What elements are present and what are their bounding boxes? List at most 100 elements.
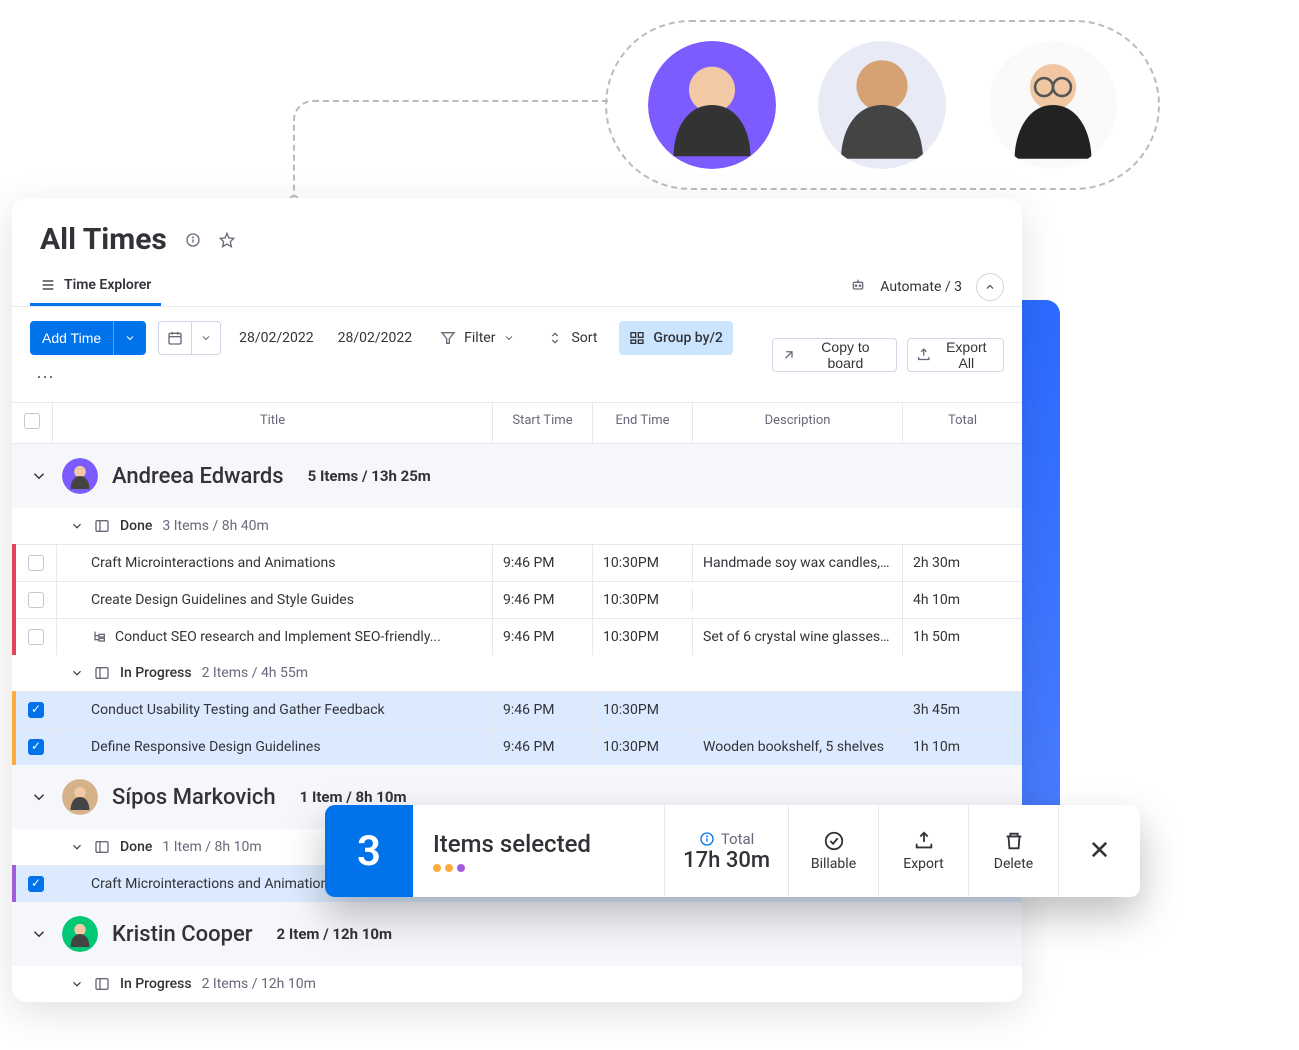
row-end: 10:30PM	[592, 545, 692, 581]
collapse-button[interactable]	[976, 273, 1004, 301]
group-row[interactable]: Kristin Cooper 2 Item / 12h 10m	[12, 902, 1022, 966]
group-name: Andreea Edwards	[112, 464, 284, 489]
group-meta: 1 Item / 8h 10m	[300, 788, 407, 806]
col-desc: Description	[692, 403, 902, 443]
subgroup-status: Done	[120, 839, 152, 855]
date-to: 28/02/2022	[332, 330, 419, 346]
col-total: Total	[902, 403, 1022, 443]
row-total: 4h 10m	[902, 582, 1022, 618]
robot-icon	[850, 277, 866, 297]
tab-time-explorer[interactable]: Time Explorer	[30, 267, 161, 306]
row-checkbox[interactable]	[28, 629, 44, 645]
table-row[interactable]: Conduct SEO research and Implement SEO-f…	[16, 618, 1022, 655]
sort-button[interactable]: Sort	[537, 321, 607, 355]
group-row[interactable]: Andreea Edwards 5 Items / 13h 25m	[12, 444, 1022, 508]
export-button[interactable]: Export	[878, 805, 968, 897]
subgroup-row[interactable]: Done 3 Items / 8h 40m	[12, 508, 1022, 544]
group-by-button[interactable]: Group by/2	[619, 321, 732, 355]
col-title: Title	[52, 403, 492, 443]
toolbar: Add Time 28/02/2022 28/02/2022 Filter So…	[12, 307, 1022, 403]
row-desc: Set of 6 crystal wine glasses, nev...	[692, 619, 902, 655]
subgroup-status: Done	[120, 518, 152, 534]
subgroup-meta: 1 Item / 8h 10m	[162, 839, 261, 855]
delete-button[interactable]: Delete	[968, 805, 1058, 897]
info-icon[interactable]	[185, 232, 201, 248]
row-title: Conduct SEO research and Implement SEO-f…	[115, 629, 441, 645]
automate-label[interactable]: Automate / 3	[880, 279, 962, 295]
col-end: End Time	[592, 403, 692, 443]
subgroup-row[interactable]: In Progress 2 Items / 4h 55m	[12, 655, 1022, 691]
row-desc: Wooden bookshelf, 5 shelves	[692, 729, 902, 765]
row-total: 2h 30m	[902, 545, 1022, 581]
billable-button[interactable]: Billable	[788, 805, 878, 897]
filter-label: Filter	[464, 330, 495, 346]
delete-label: Delete	[994, 856, 1033, 872]
row-end: 10:30PM	[592, 582, 692, 618]
row-total: 1h 10m	[902, 729, 1022, 765]
total-value: 17h 30m	[683, 848, 770, 873]
avatar	[989, 41, 1117, 169]
group-name: Kristin Cooper	[112, 922, 253, 947]
row-checkbox[interactable]	[28, 555, 44, 571]
add-time-label: Add Time	[30, 330, 113, 346]
tab-label: Time Explorer	[64, 277, 151, 293]
table-row[interactable]: Craft Microinteractions and Animations 9…	[16, 544, 1022, 581]
avatar	[62, 458, 98, 494]
sort-label: Sort	[571, 330, 597, 346]
row-desc: Handmade soy wax candles, set o...	[692, 545, 902, 581]
page-title: All Times	[40, 222, 167, 257]
row-title: Define Responsive Design Guidelines	[91, 739, 321, 755]
export-all-label: Export All	[938, 339, 995, 371]
close-selection-button[interactable]: ✕	[1058, 805, 1140, 897]
selection-dot	[445, 864, 453, 872]
row-start: 9:46 PM	[492, 729, 592, 765]
row-checkbox[interactable]	[28, 592, 44, 608]
subgroup-row[interactable]: In Progress 2 Items / 12h 10m	[12, 966, 1022, 1002]
tabs-bar: Time Explorer Automate / 3	[12, 267, 1022, 307]
export-label: Export	[903, 856, 943, 872]
row-checkbox[interactable]	[28, 702, 44, 718]
select-all-checkbox[interactable]	[24, 413, 40, 429]
row-end: 10:30PM	[592, 619, 692, 655]
table-row[interactable]: Conduct Usability Testing and Gather Fee…	[16, 691, 1022, 728]
filter-button[interactable]: Filter	[430, 321, 525, 355]
more-options-icon[interactable]: ⋯	[30, 367, 62, 388]
row-title: Create Design Guidelines and Style Guide…	[91, 592, 354, 608]
selection-dot	[433, 864, 441, 872]
row-desc	[692, 590, 902, 610]
decorative-connector	[293, 100, 608, 200]
row-total: 1h 50m	[902, 619, 1022, 655]
selection-bar: 3 Items selected Total 17h 30m Billable …	[325, 805, 1140, 897]
row-start: 9:46 PM	[492, 619, 592, 655]
row-checkbox[interactable]	[28, 739, 44, 755]
date-from: 28/02/2022	[233, 330, 320, 346]
subgroup-meta: 2 Items / 4h 55m	[202, 665, 308, 681]
table-row[interactable]: Create Design Guidelines and Style Guide…	[16, 581, 1022, 618]
selection-label: Items selected	[433, 830, 644, 858]
table-row[interactable]: Define Responsive Design Guidelines 9:46…	[16, 728, 1022, 765]
selection-dot	[457, 864, 465, 872]
date-picker-button[interactable]	[158, 321, 221, 355]
row-start: 9:46 PM	[492, 545, 592, 581]
table-header: Title Start Time End Time Description To…	[12, 403, 1022, 444]
chevron-down-icon[interactable]	[113, 321, 146, 355]
subgroup-meta: 3 Items / 8h 40m	[162, 518, 268, 534]
row-end: 10:30PM	[592, 729, 692, 765]
avatar	[62, 779, 98, 815]
group-by-label: Group by/2	[653, 330, 722, 346]
row-title: Craft Microinteractions and Animations	[91, 555, 335, 571]
add-time-button[interactable]: Add Time	[30, 321, 146, 355]
avatar	[62, 916, 98, 952]
team-avatar-cluster	[605, 20, 1160, 190]
row-total: 3h 45m	[902, 692, 1022, 728]
row-checkbox[interactable]	[28, 876, 44, 892]
billable-label: Billable	[811, 856, 856, 872]
subgroup-status: In Progress	[120, 665, 192, 681]
row-desc	[692, 700, 902, 720]
total-label: Total	[721, 830, 755, 848]
copy-to-board-button[interactable]: Copy to board	[772, 338, 897, 372]
export-all-button[interactable]: Export All	[907, 338, 1004, 372]
subgroup-meta: 2 Items / 12h 10m	[202, 976, 316, 992]
avatar	[818, 41, 946, 169]
star-icon[interactable]	[219, 232, 235, 248]
